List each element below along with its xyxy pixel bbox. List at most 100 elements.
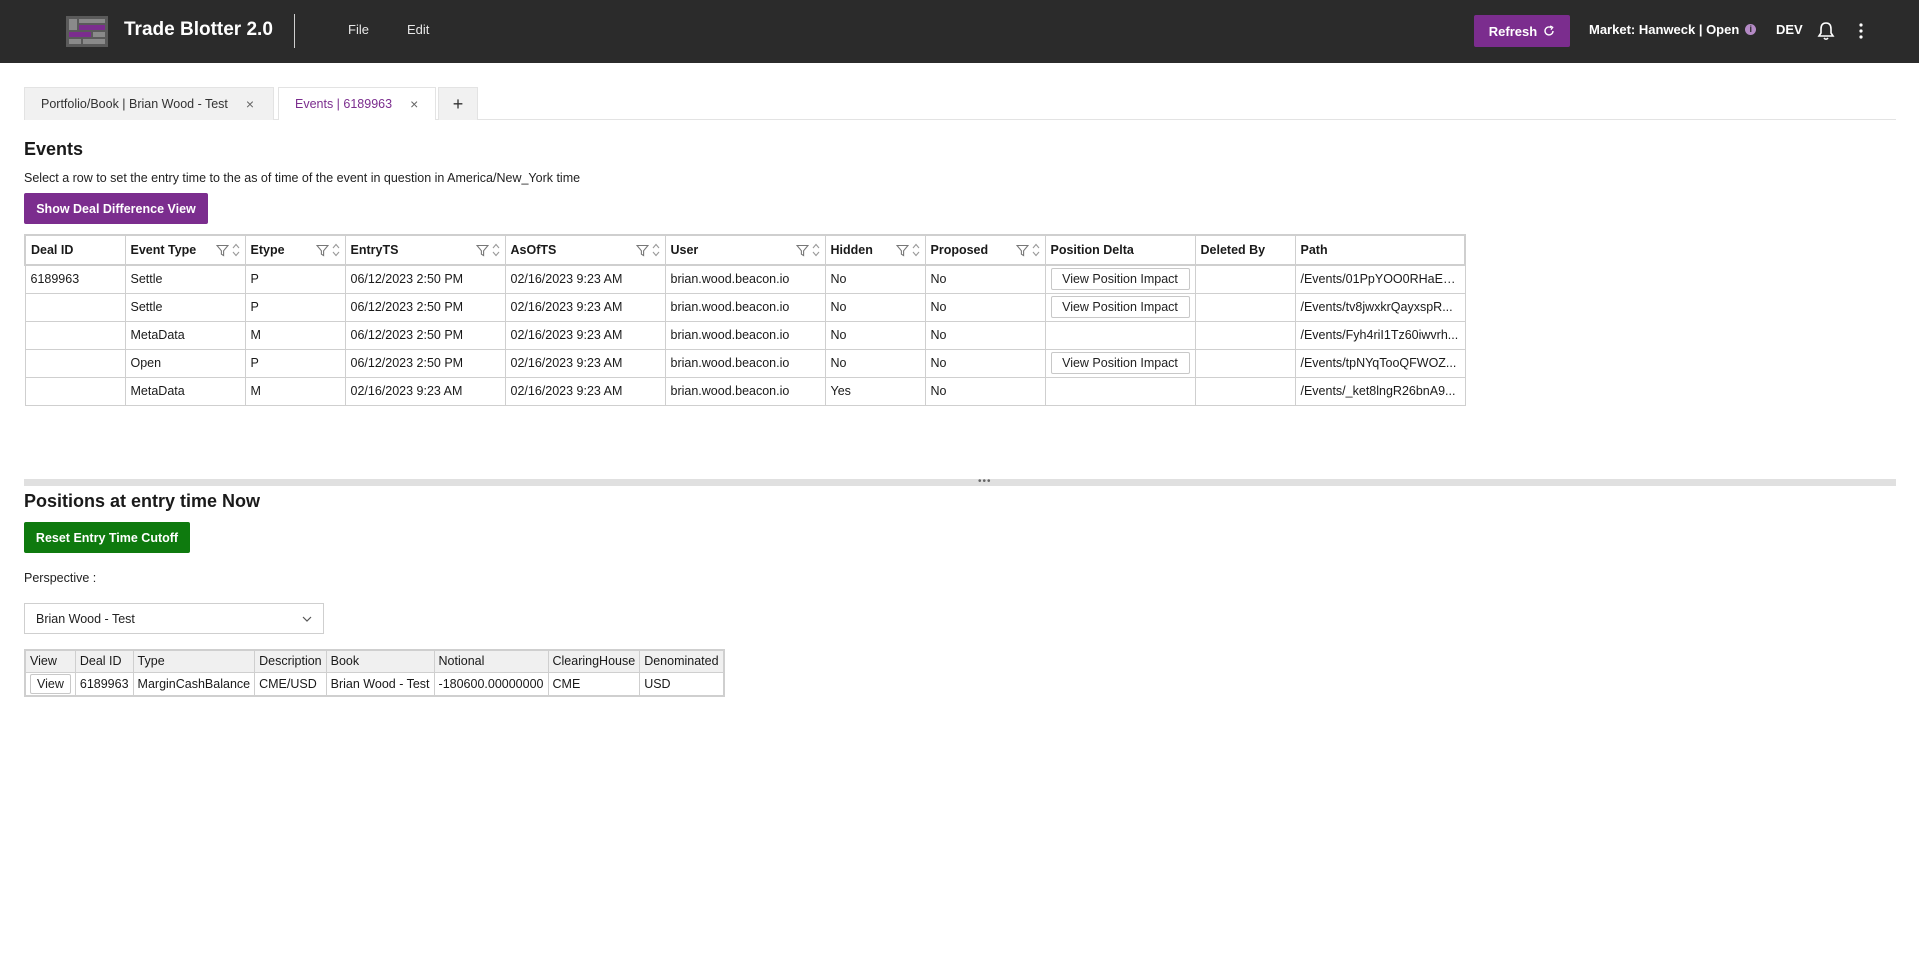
column-header[interactable]: Deal ID <box>74 649 134 673</box>
cell-deal-id <box>24 292 126 322</box>
show-deal-difference-button[interactable]: Show Deal Difference View <box>24 193 208 224</box>
reset-entry-time-button[interactable]: Reset Entry Time Cutoff <box>24 522 190 553</box>
more-options-icon[interactable] <box>1852 20 1870 42</box>
menu-file[interactable]: File <box>348 22 369 37</box>
column-header[interactable]: Deleted By <box>1194 234 1296 266</box>
column-header[interactable]: Hidden <box>824 234 926 266</box>
cell-deal-id <box>24 348 126 378</box>
column-tools <box>795 243 820 257</box>
view-position-impact-button[interactable]: View Position Impact <box>1050 296 1190 318</box>
sort-icon[interactable] <box>332 243 340 257</box>
sort-icon[interactable] <box>232 243 240 257</box>
table-row[interactable]: MetaData M 02/16/2023 9:23 AM 02/16/2023 9:… <box>24 376 1466 406</box>
table-row[interactable]: Open P 06/12/2023 2:50 PM 02/16/2023 9:23 A… <box>24 348 1466 378</box>
column-header[interactable]: EntryTS <box>344 234 506 266</box>
bell-icon[interactable] <box>1816 20 1836 42</box>
cell-asof-ts: 02/16/2023 9:23 AM <box>504 264 666 294</box>
column-header[interactable]: Description <box>254 649 327 673</box>
cell-path: /Events/Fyh4riI1Tz60iwvrh... <box>1294 320 1466 350</box>
cell-notional: -180600.00000000 <box>433 671 549 697</box>
cell-event-type: Settle <box>124 264 246 294</box>
cell-user: brian.wood.beacon.io <box>664 264 826 294</box>
column-tools <box>635 243 660 257</box>
cell-proposed: No <box>924 264 1046 294</box>
cell-proposed: No <box>924 292 1046 322</box>
column-header[interactable]: Proposed <box>924 234 1046 266</box>
column-header[interactable]: AsOfTS <box>504 234 666 266</box>
title-divider <box>294 14 295 48</box>
cell-event-type: MetaData <box>124 376 246 406</box>
cell-user: brian.wood.beacon.io <box>664 348 826 378</box>
column-header[interactable]: Etype <box>244 234 346 266</box>
table-row[interactable]: Settle P 06/12/2023 2:50 PM 02/16/2023 9:23… <box>24 292 1466 322</box>
filter-icon[interactable] <box>795 244 809 257</box>
column-header[interactable]: User <box>664 234 826 266</box>
close-icon[interactable]: × <box>246 96 254 112</box>
cell-user: brian.wood.beacon.io <box>664 320 826 350</box>
view-button[interactable]: View <box>30 673 71 694</box>
refresh-button[interactable]: Refresh <box>1474 15 1570 47</box>
filter-icon[interactable] <box>635 244 649 257</box>
sort-icon[interactable] <box>1032 243 1040 257</box>
cell-etype: M <box>244 376 346 406</box>
column-header[interactable]: ClearingHouse <box>547 649 641 673</box>
filter-icon[interactable] <box>1015 244 1029 257</box>
cell-proposed: No <box>924 320 1046 350</box>
app-title: Trade Blotter 2.0 <box>124 19 273 40</box>
table-row[interactable]: 6189963 Settle P 06/12/2023 2:50 PM 02/16/20… <box>24 264 1466 294</box>
cell-description: CME/USD <box>254 671 327 697</box>
column-header[interactable]: Deal ID <box>24 234 126 266</box>
table-row[interactable]: View 6189963 MarginCashBalance CME/USD Brian… <box>24 671 725 697</box>
filter-icon[interactable] <box>215 244 229 257</box>
cell-event-type: Open <box>124 348 246 378</box>
filter-icon[interactable] <box>475 244 489 257</box>
column-header-label: Hidden <box>830 243 873 257</box>
menu-edit[interactable]: Edit <box>407 22 429 37</box>
events-title: Events <box>24 139 84 159</box>
column-header-label: AsOfTS <box>510 243 557 257</box>
close-icon[interactable]: × <box>410 96 418 112</box>
market-label: Market: Hanweck | Open <box>1589 22 1740 37</box>
column-header[interactable]: Type <box>132 649 256 673</box>
tab-events[interactable]: Events | 6189963 × <box>278 87 436 120</box>
column-header[interactable]: Event Type <box>124 234 246 266</box>
cell-entry-ts: 02/16/2023 9:23 AM <box>344 376 506 406</box>
filter-icon[interactable] <box>895 244 909 257</box>
column-header[interactable]: View <box>24 649 76 673</box>
info-icon[interactable]: i <box>1745 24 1757 35</box>
sort-icon[interactable] <box>912 243 920 257</box>
column-header[interactable]: Book <box>325 649 435 673</box>
cell-hidden: No <box>824 264 926 294</box>
cell-user: brian.wood.beacon.io <box>664 376 826 406</box>
table-row[interactable]: MetaData M 06/12/2023 2:50 PM 02/16/2023 9:… <box>24 320 1466 350</box>
cell-hidden: No <box>824 320 926 350</box>
cell-proposed: No <box>924 376 1046 406</box>
filter-icon[interactable] <box>315 244 329 257</box>
environment-label: DEV <box>1776 22 1803 37</box>
view-position-impact-button[interactable]: View Position Impact <box>1050 352 1190 374</box>
column-header-label: Path <box>1300 243 1328 257</box>
cell-event-type: Settle <box>124 292 246 322</box>
cell-deal-id <box>24 376 126 406</box>
cell-impact: View Position Impact <box>1044 292 1196 322</box>
sort-icon[interactable] <box>812 243 820 257</box>
column-header[interactable]: Denominated <box>639 649 725 673</box>
cell-impact: View Position Impact <box>1044 348 1196 378</box>
sort-icon[interactable] <box>652 243 660 257</box>
column-header[interactable]: Position Delta <box>1044 234 1196 266</box>
drag-handle-icon[interactable]: ••• <box>978 477 992 487</box>
column-header[interactable]: Path <box>1294 234 1466 266</box>
cell-path: /Events/01PpYOO0RHaE8... <box>1294 264 1466 294</box>
events-header-row: Deal ID Event Type Etype EntryTS AsOfTS User H… <box>24 234 1466 266</box>
sort-icon[interactable] <box>492 243 500 257</box>
column-header[interactable]: Notional <box>433 649 549 673</box>
view-position-impact-button[interactable]: View Position Impact <box>1050 268 1190 291</box>
perspective-select[interactable]: Brian Wood - Test <box>24 603 324 634</box>
add-tab-button[interactable]: + <box>438 87 478 120</box>
pane-splitter[interactable]: ••• <box>24 477 1896 487</box>
cell-denominated: USD <box>639 671 725 697</box>
tab-portfolio-book[interactable]: Portfolio/Book | Brian Wood - Test × <box>24 87 274 120</box>
events-body: 6189963 Settle P 06/12/2023 2:50 PM 02/16/20… <box>24 264 1466 406</box>
cell-etype: P <box>244 264 346 294</box>
cell-path: /Events/_ket8lngR26bnA9... <box>1294 376 1466 406</box>
